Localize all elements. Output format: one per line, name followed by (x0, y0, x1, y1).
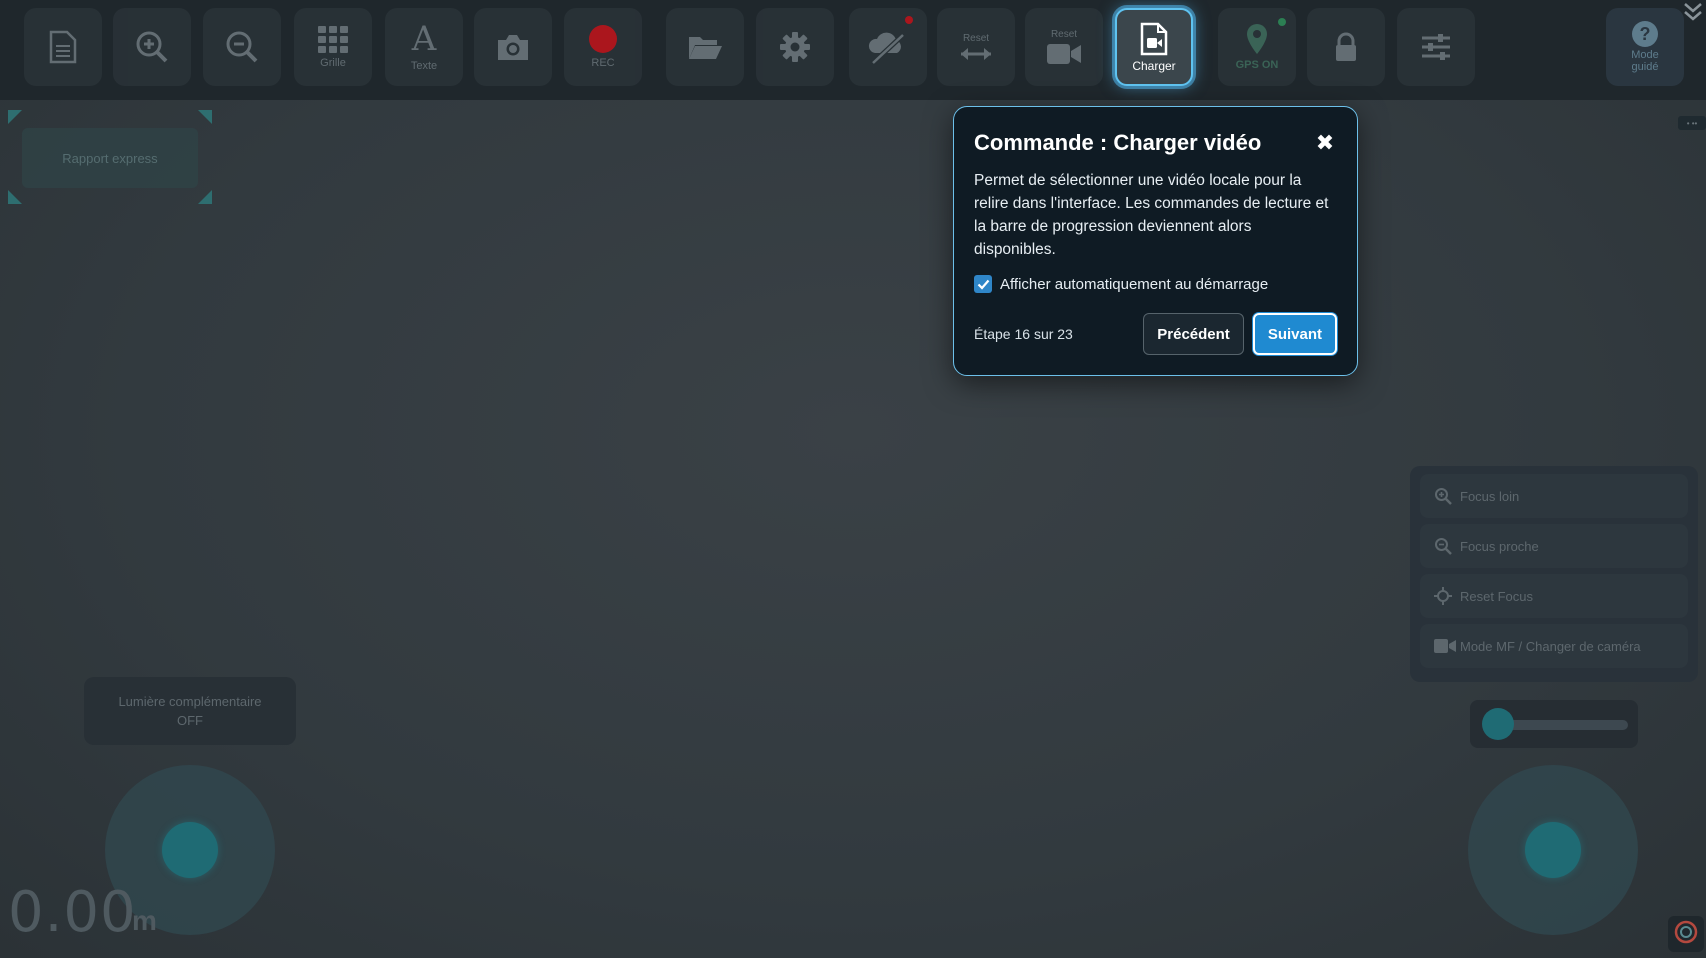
video-file-icon (1140, 22, 1168, 56)
zoom-slider[interactable] (1470, 700, 1638, 748)
light-label: Lumière complémentaire (118, 694, 262, 709)
manual-focus-label: Mode MF / Changer de caméra (1460, 638, 1641, 654)
text-icon: A (411, 19, 437, 59)
record-icon (589, 25, 617, 53)
complementary-light-button[interactable]: Lumière complémentaire OFF (84, 677, 296, 745)
status-ring-icon (1673, 919, 1699, 950)
right-joystick-knob[interactable] (1525, 822, 1581, 878)
crosshair-icon (1434, 587, 1460, 605)
next-button[interactable]: Suivant (1252, 313, 1337, 355)
focus-near-button[interactable]: Focus proche (1420, 524, 1688, 568)
step-counter: Étape 16 sur 23 (974, 326, 1073, 342)
left-joystick-knob[interactable] (162, 822, 218, 878)
side-handle[interactable]: • •• (1678, 116, 1706, 130)
grid-button[interactable]: Grille (294, 8, 372, 86)
document-icon (48, 30, 78, 64)
reset-focus-button[interactable]: Reset Focus (1420, 574, 1688, 618)
cloud-status-dot (905, 16, 913, 24)
adjustments-button[interactable] (1397, 8, 1475, 86)
zoom-out-icon (225, 30, 259, 64)
load-video-button[interactable]: Charger (1115, 8, 1193, 86)
close-icon[interactable]: ✖ (1313, 131, 1337, 155)
zoom-out-button[interactable] (203, 8, 281, 86)
open-folder-button[interactable] (666, 8, 744, 86)
report-document-button[interactable] (24, 8, 102, 86)
settings-button[interactable] (756, 8, 834, 86)
distance-readout: 0.00 (8, 880, 137, 945)
checkmark-icon (977, 279, 989, 290)
snapshot-button[interactable] (474, 8, 552, 86)
reset-arrows-icon (959, 46, 993, 62)
guided-mode-button[interactable]: ? Mode guidé (1606, 8, 1684, 86)
previous-button[interactable]: Précédent (1143, 313, 1244, 355)
focus-near-label: Focus proche (1460, 538, 1539, 554)
reset-zoom-button[interactable]: Reset (937, 8, 1015, 86)
light-state: OFF (177, 713, 203, 728)
focus-far-button[interactable]: Focus loin (1420, 474, 1688, 518)
gps-status-dot (1278, 18, 1286, 26)
folder-icon (687, 33, 723, 61)
distance-unit: m (132, 905, 157, 936)
reset-video-button[interactable]: Reset (1025, 8, 1103, 86)
cloud-sync-button[interactable] (849, 8, 927, 86)
zoom-in-button[interactable] (113, 8, 191, 86)
grid-label: Grille (320, 57, 346, 69)
gps-button[interactable]: GPS ON (1218, 8, 1296, 86)
focus-far-label: Focus loin (1460, 488, 1520, 504)
reset-video-icon (1046, 42, 1082, 66)
chevron-down-icon (1682, 1, 1704, 28)
zoom-slider-track[interactable] (1496, 720, 1628, 730)
report-corner-br[interactable] (198, 190, 212, 204)
camera-icon (495, 32, 531, 62)
sliders-icon (1420, 33, 1452, 61)
dialog-description: Permet de sélectionner une vidéo locale … (974, 172, 1329, 258)
auto-show-label: Afficher automatiquement au démarrage (1000, 275, 1269, 293)
focus-panel: Focus loin Focus proche Reset Focus Mode… (1410, 466, 1698, 682)
text-label: Texte (410, 60, 438, 72)
reset-arrows-top-label: Reset (962, 32, 990, 44)
auto-show-checkbox-row[interactable]: Afficher automatiquement au démarrage (974, 275, 1337, 293)
zoom-in-icon (1434, 487, 1460, 505)
record-button[interactable]: REC (564, 8, 642, 86)
report-express-box[interactable]: Rapport express (22, 128, 198, 188)
question-icon: ? (1632, 21, 1658, 47)
lock-icon (1334, 32, 1358, 62)
report-corner-bl[interactable] (8, 190, 22, 204)
reset-focus-label: Reset Focus (1460, 588, 1533, 604)
guided-mode-label-1: Mode (1631, 49, 1659, 61)
report-corner-tr[interactable] (198, 110, 212, 124)
guided-mode-label-2: guidé (1631, 61, 1659, 73)
auto-show-checkbox[interactable] (974, 275, 992, 293)
zoom-slider-thumb[interactable] (1482, 708, 1514, 740)
lock-button[interactable] (1307, 8, 1385, 86)
zoom-out-icon (1434, 537, 1460, 555)
text-button[interactable]: A Texte (385, 8, 463, 86)
gps-pin-icon (1245, 23, 1269, 55)
reset-video-top-label: Reset (1050, 28, 1078, 40)
manual-focus-camera-button[interactable]: Mode MF / Changer de caméra (1420, 624, 1688, 668)
grid-icon (317, 25, 349, 53)
load-video-label: Charger (1132, 59, 1176, 73)
dialog-title: Commande : Charger vidéo (974, 130, 1262, 155)
collapse-toolbar-button[interactable] (1680, 0, 1706, 28)
video-camera-icon (1434, 638, 1460, 654)
cloud-off-icon (867, 29, 909, 65)
record-label: REC (591, 57, 615, 69)
guided-tour-dialog: Commande : Charger vidéo ✖ Permet de sél… (953, 106, 1358, 376)
report-corner-tl[interactable] (8, 110, 22, 124)
report-express-label: Rapport express (62, 150, 158, 166)
gps-label: GPS ON (1235, 59, 1279, 71)
top-toolbar: Grille A Texte REC Reset Reset Charger G… (0, 0, 1706, 100)
zoom-in-icon (135, 30, 169, 64)
dialog-footer: Étape 16 sur 23 Précédent Suivant (974, 313, 1337, 355)
gear-icon (779, 31, 811, 63)
status-indicator-button[interactable] (1668, 916, 1704, 952)
